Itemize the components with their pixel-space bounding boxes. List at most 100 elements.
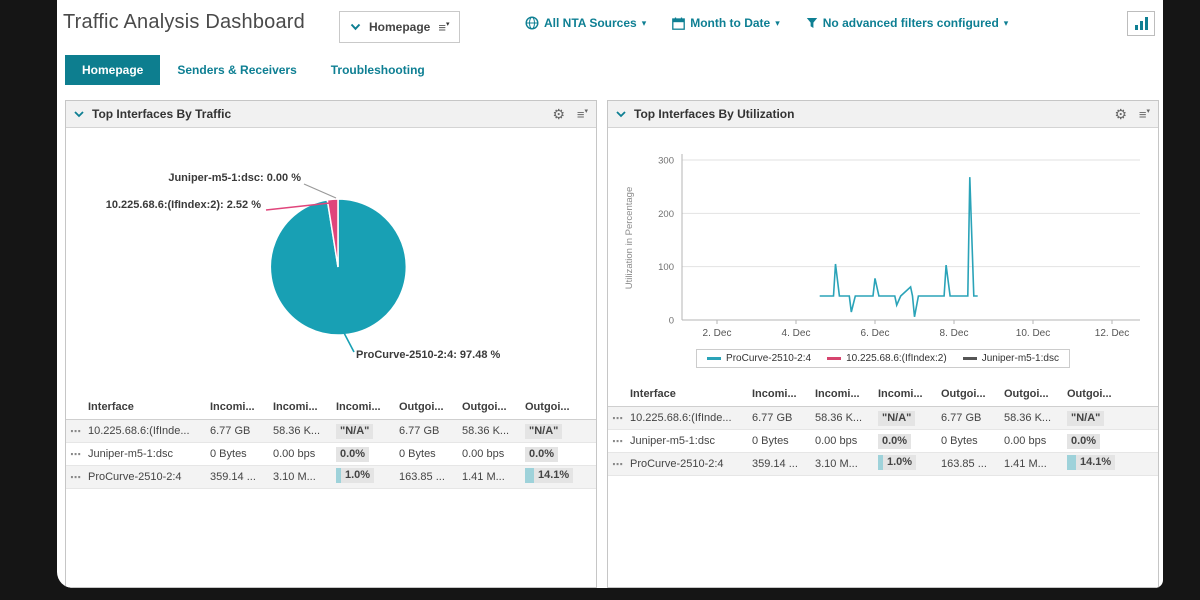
interface-name[interactable]: 10.225.68.6:(IfInde... [88, 425, 210, 437]
value-badge: "N/A" [336, 424, 373, 439]
row-menu-icon[interactable]: ⋯ [70, 448, 88, 461]
legend-item[interactable]: ProCurve-2510-2:4 [707, 353, 811, 364]
table-cell: 0.0% [525, 447, 588, 462]
value-badge: "N/A" [878, 411, 915, 426]
utilization-chart: Utilization in Percentage 01002003002. D… [608, 128, 1156, 340]
table-cell: 163.85 ... [941, 458, 1004, 470]
legend-label: 10.225.68.6:(IfIndex:2) [846, 353, 947, 364]
column-header[interactable]: Incomi... [752, 388, 815, 400]
panel-title: Top Interfaces By Traffic [92, 107, 231, 121]
value-badge: 1.0% [878, 455, 916, 470]
interface-name[interactable]: ProCurve-2510-2:4 [630, 458, 752, 470]
pie-label-juniper: Juniper-m5-1:dsc: 0.00 % [168, 172, 301, 184]
table-row: ⋯Juniper-m5-1:dsc0 Bytes0.00 bps0.0%0 By… [66, 443, 596, 466]
tab-troubleshooting[interactable]: Troubleshooting [314, 55, 442, 85]
column-header[interactable]: Incomi... [878, 388, 941, 400]
panel-menu-icon[interactable]: ≡▾ [577, 108, 588, 121]
table-cell: 359.14 ... [210, 471, 273, 483]
table-cell: "N/A" [525, 424, 588, 439]
table-cell: 6.77 GB [210, 425, 273, 437]
row-menu-icon[interactable]: ⋯ [70, 471, 88, 484]
row-menu-icon[interactable]: ⋯ [612, 435, 630, 448]
toolbar-nta-sources[interactable]: All NTA Sources ▾ [525, 16, 646, 30]
page-list-menu-icon[interactable]: ≡▾ [438, 21, 449, 34]
page-selector[interactable]: Homepage ≡▾ [339, 11, 460, 43]
y-axis-label: Utilization in Percentage [624, 187, 635, 289]
table-header-row: InterfaceIncomi...Incomi...Incomi...Outg… [608, 382, 1158, 407]
table-cell: "N/A" [1067, 411, 1130, 426]
caret-down-icon: ▾ [775, 18, 780, 29]
interface-name[interactable]: 10.225.68.6:(IfInde... [630, 412, 752, 424]
line-chart-area: Utilization in Percentage 01002003002. D… [608, 128, 1158, 476]
table-cell: 3.10 M... [273, 471, 336, 483]
legend-item[interactable]: 10.225.68.6:(IfIndex:2) [827, 353, 947, 364]
chart-icon-button[interactable] [1127, 11, 1155, 36]
collapse-chevron-icon[interactable] [616, 111, 626, 118]
interface-name[interactable]: Juniper-m5-1:dsc [88, 448, 210, 460]
column-header[interactable]: Outgoi... [462, 401, 525, 413]
table-cell: "N/A" [336, 424, 399, 439]
caret-down-icon: ▾ [642, 18, 647, 29]
x-tick-label: 10. Dec [1016, 328, 1050, 339]
table-cell: 1.0% [878, 455, 941, 473]
table-cell: 1.41 M... [462, 471, 525, 483]
column-header[interactable]: Outgoi... [525, 401, 588, 413]
table-cell: 0.00 bps [273, 448, 336, 460]
column-header[interactable]: Outgoi... [1004, 388, 1067, 400]
utilization-bar [1067, 455, 1076, 470]
legend-swatch [963, 357, 977, 360]
tab-homepage[interactable]: Homepage [65, 55, 160, 85]
column-header[interactable]: Interface [630, 388, 752, 400]
interface-name[interactable]: ProCurve-2510-2:4 [88, 471, 210, 483]
legend-swatch [707, 357, 721, 360]
x-tick-label: 2. Dec [703, 328, 732, 339]
table-cell: 0.0% [878, 434, 941, 449]
column-header[interactable]: Incomi... [210, 401, 273, 413]
bar-chart-icon [1134, 16, 1149, 31]
row-menu-icon[interactable]: ⋯ [612, 458, 630, 471]
table-cell: 0 Bytes [210, 448, 273, 460]
interface-name[interactable]: Juniper-m5-1:dsc [630, 435, 752, 447]
table-row: ⋯ProCurve-2510-2:4359.14 ...3.10 M...1.0… [66, 466, 596, 489]
column-header[interactable]: Incomi... [336, 401, 399, 413]
x-tick-label: 6. Dec [861, 328, 890, 339]
panel-actions: ⚙ ≡▾ [1114, 107, 1150, 121]
table-header-row: InterfaceIncomi...Incomi...Incomi...Outg… [66, 395, 596, 420]
row-menu-icon[interactable]: ⋯ [70, 425, 88, 438]
toolbar-label: Month to Date [690, 16, 770, 30]
dashboard-panels: Top Interfaces By Traffic ⚙ ≡▾ Juniper-m… [65, 100, 1159, 588]
table-cell: 6.77 GB [399, 425, 462, 437]
value-badge: "N/A" [1067, 411, 1104, 426]
column-header[interactable]: Outgoi... [941, 388, 1004, 400]
table-cell: 0 Bytes [941, 435, 1004, 447]
toolbar-label: All NTA Sources [544, 16, 637, 30]
calendar-icon [672, 17, 685, 30]
column-header[interactable]: Incomi... [815, 388, 878, 400]
table-cell: "N/A" [878, 411, 941, 426]
x-tick-label: 12. Dec [1095, 328, 1129, 339]
header-filters: All NTA Sources ▾ Month to Date ▾ No advance… [525, 16, 1008, 30]
gear-icon[interactable]: ⚙ [552, 107, 565, 121]
row-menu-icon[interactable]: ⋯ [612, 412, 630, 425]
toolbar-time-range[interactable]: Month to Date ▾ [672, 16, 780, 30]
panel-menu-icon[interactable]: ≡▾ [1139, 108, 1150, 121]
gear-icon[interactable]: ⚙ [1114, 107, 1127, 121]
column-header[interactable]: Outgoi... [399, 401, 462, 413]
column-header[interactable]: Interface [88, 401, 210, 413]
value-badge: 0.0% [878, 434, 911, 449]
app-window: Traffic Analysis Dashboard Homepage ≡▾ A… [57, 0, 1163, 588]
toolbar-advanced-filters[interactable]: No advanced filters configured▾ [806, 16, 1009, 30]
panel-top-interfaces-by-utilization: Top Interfaces By Utilization ⚙ ≡▾ Utili… [607, 100, 1159, 588]
pie-chart-area: Juniper-m5-1:dsc: 0.00 % 10.225.68.6:(If… [66, 128, 596, 489]
legend-swatch [827, 357, 841, 360]
table-cell: 0.00 bps [462, 448, 525, 460]
legend-item[interactable]: Juniper-m5-1:dsc [963, 353, 1059, 364]
collapse-chevron-icon[interactable] [74, 111, 84, 118]
table-cell: 58.36 K... [1004, 412, 1067, 424]
pie-label-ifindex: 10.225.68.6:(IfIndex:2): 2.52 % [106, 199, 262, 211]
page-selector-label: Homepage [369, 20, 430, 34]
column-header[interactable]: Incomi... [273, 401, 336, 413]
table-row: ⋯ProCurve-2510-2:4359.14 ...3.10 M...1.0… [608, 453, 1158, 476]
column-header[interactable]: Outgoi... [1067, 388, 1130, 400]
tab-senders-receivers[interactable]: Senders & Receivers [160, 55, 313, 85]
